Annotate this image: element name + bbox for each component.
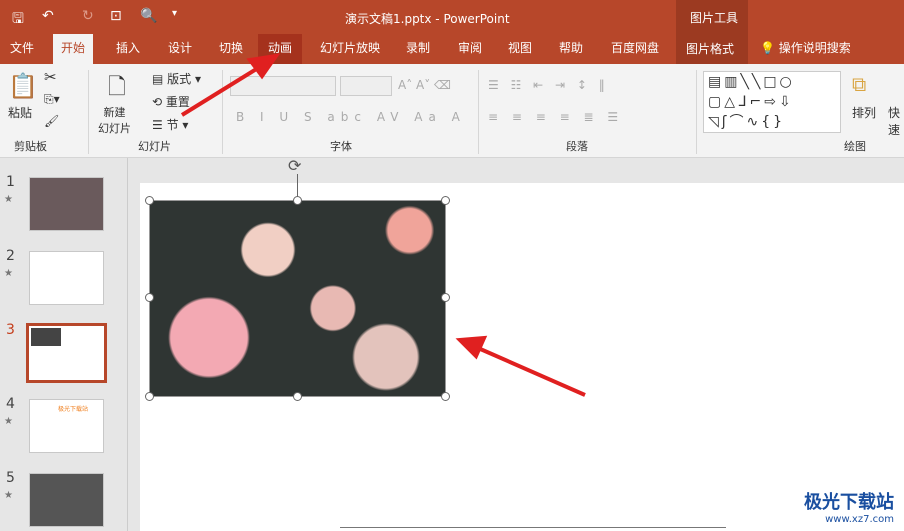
- arrow-to-picture: [477, 346, 586, 397]
- annotation-arrows: [180, 53, 586, 397]
- arrowhead: [246, 53, 281, 80]
- watermark: 极光下载站 www.xz7.com: [804, 492, 894, 525]
- arrow-to-animation-tab: [180, 66, 260, 117]
- arrowhead: [455, 335, 488, 360]
